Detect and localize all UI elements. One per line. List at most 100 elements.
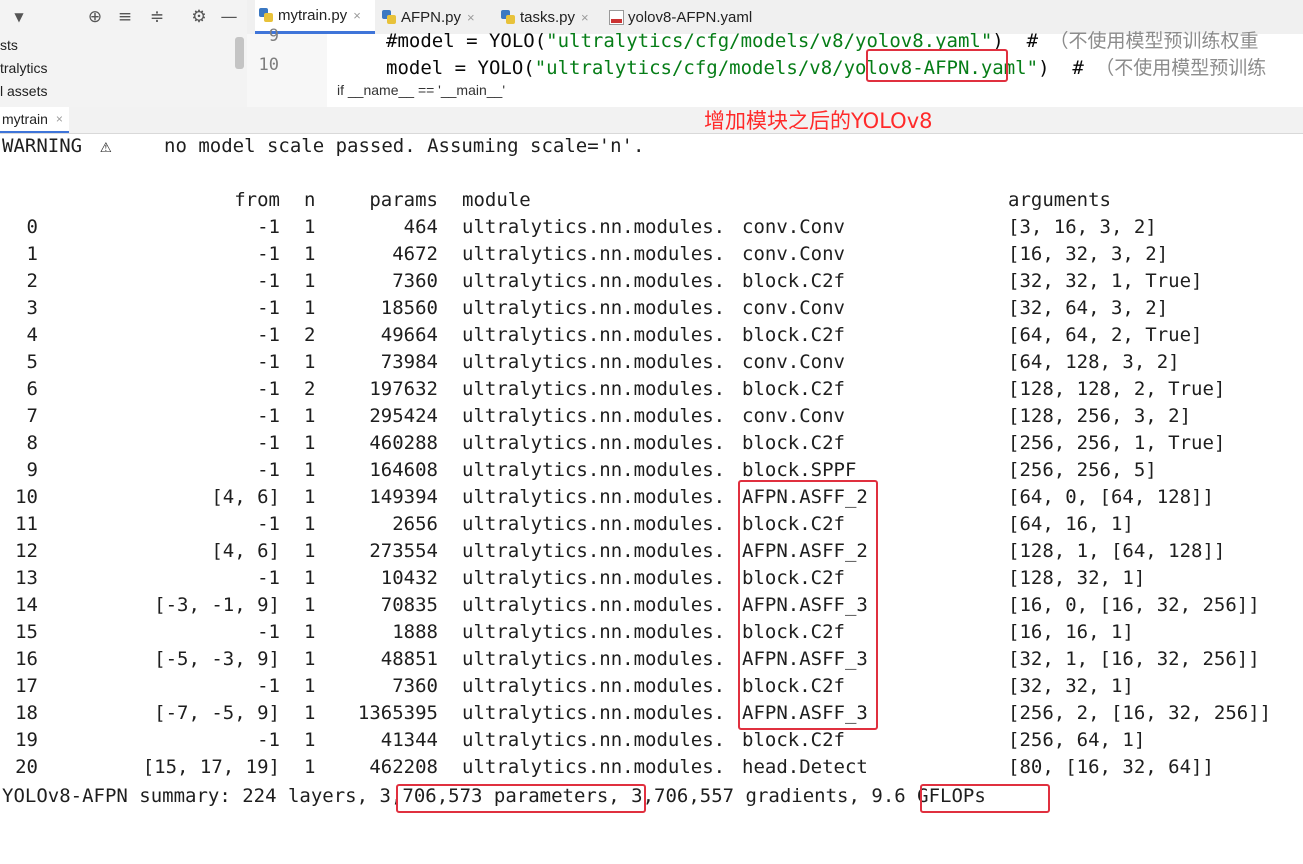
tree-item[interactable]: sts: [0, 35, 18, 55]
tree-item[interactable]: tralytics: [0, 58, 47, 78]
header-params: params: [369, 189, 438, 211]
row-module-suffix: conv.Conv: [742, 216, 845, 238]
run-tab-bar: mytrain ×: [0, 107, 1303, 134]
close-icon[interactable]: ×: [467, 10, 475, 25]
highlight-box-parameters: [396, 784, 646, 813]
table-row: 8 -1 1 460288 ultralytics.nn.modules. block.C…: [0, 430, 1303, 457]
row-index: 9: [26, 459, 38, 481]
close-icon[interactable]: ×: [56, 112, 63, 126]
table-row: 6 -1 2 197632 ultralytics.nn.modules. block.C…: [0, 376, 1303, 403]
run-console[interactable]: WARNING ⚠ no model scale passed. Assumin…: [0, 133, 1303, 818]
table-row: 7 -1 1 295424 ultralytics.nn.modules. conv.Co…: [0, 403, 1303, 430]
row-params: 10432: [380, 567, 438, 589]
annotation-text: 增加模块之后的YOLOv8: [704, 109, 933, 133]
minimize-icon[interactable]: —: [218, 6, 240, 28]
row-n: 1: [304, 216, 316, 238]
highlight-box-yaml-name: [866, 49, 1008, 82]
project-toolbar: ▼ ⊕ ≡ ≑ ⚙ —: [0, 0, 247, 34]
code-editor[interactable]: 9 10 #model = YOLO("ultralytics/cfg/mode…: [247, 26, 1303, 107]
table-row: 10 [4, 6] 1 149394 ultralytics.nn.modules. AF…: [0, 484, 1303, 511]
locate-icon[interactable]: ⊕: [84, 6, 106, 28]
row-arguments: [64, 16, 1]: [1008, 513, 1134, 535]
dropdown-icon[interactable]: ▼: [8, 6, 30, 28]
warning-prefix: WARNING: [2, 135, 83, 157]
table-row: 15 -1 1 1888 ultralytics.nn.modules. block.C2…: [0, 619, 1303, 646]
row-params: 273554: [369, 540, 438, 562]
row-index: 17: [15, 675, 38, 697]
row-n: 1: [304, 459, 316, 481]
row-arguments: [256, 2, [16, 32, 256]]: [1008, 702, 1272, 724]
tab-label: tasks.py: [520, 8, 576, 26]
project-scrollbar[interactable]: [235, 37, 244, 69]
row-arguments: [32, 32, 1, True]: [1008, 270, 1203, 292]
row-module-prefix: ultralytics.nn.modules.: [462, 756, 726, 778]
row-index: 14: [15, 594, 38, 616]
table-row: 0 -1 1 464 ultralytics.nn.modules. conv.Conv […: [0, 214, 1303, 241]
summary-middle: , 3,706,557 gradients,: [608, 785, 872, 807]
row-module-suffix: block.C2f: [742, 324, 845, 346]
row-arguments: [3, 16, 3, 2]: [1008, 216, 1157, 238]
expand-all-icon[interactable]: ≡: [114, 6, 136, 28]
row-params: 49664: [380, 324, 438, 346]
line-number: 10: [258, 55, 279, 75]
table-row: 19 -1 1 41344 ultralytics.nn.modules. block.C…: [0, 727, 1303, 754]
table-row: 12 [4, 6] 1 273554 ultralytics.nn.modules. AF…: [0, 538, 1303, 565]
warning-icon: ⚠: [100, 135, 112, 157]
code-text: model = YOLO(: [386, 57, 535, 79]
close-icon[interactable]: ×: [581, 10, 589, 25]
row-n: 1: [304, 729, 316, 751]
row-params: 4672: [392, 243, 438, 265]
row-n: 1: [304, 621, 316, 643]
row-from: [15, 17, 19]: [142, 756, 280, 778]
row-from: -1: [257, 351, 280, 373]
row-module-prefix: ultralytics.nn.modules.: [462, 675, 726, 697]
row-from: [-7, -5, 9]: [154, 702, 280, 724]
highlight-box-gflops: [920, 784, 1050, 813]
table-row: 20 [15, 17, 19] 1 462208 ultralytics.nn.modu…: [0, 754, 1303, 781]
row-n: 1: [304, 540, 316, 562]
tab-label: mytrain.py: [278, 7, 348, 24]
row-module-prefix: ultralytics.nn.modules.: [462, 648, 726, 670]
tree-item[interactable]: l assets: [0, 81, 47, 101]
row-n: 1: [304, 567, 316, 589]
breadcrumb[interactable]: if __name__ == '__main__': [337, 82, 505, 98]
row-arguments: [256, 256, 1, True]: [1008, 432, 1226, 454]
summary-line: YOLOv8-AFPN summary: 224 layers, 3,706,5…: [0, 783, 1303, 810]
row-arguments: [80, [16, 32, 64]]: [1008, 756, 1214, 778]
row-module-prefix: ultralytics.nn.modules.: [462, 513, 726, 535]
table-row: 5 -1 1 73984 ultralytics.nn.modules. conv.Con…: [0, 349, 1303, 376]
code-line: model = YOLO("ultralytics/cfg/models/v8/…: [386, 53, 1266, 80]
row-module-prefix: ultralytics.nn.modules.: [462, 270, 726, 292]
table-row: 13 -1 1 10432 ultralytics.nn.modules. block.C…: [0, 565, 1303, 592]
line-number: 9: [268, 26, 279, 46]
row-params: 295424: [369, 405, 438, 427]
row-n: 1: [304, 486, 316, 508]
close-icon[interactable]: ×: [353, 8, 361, 23]
row-params: 164608: [369, 459, 438, 481]
row-from: -1: [257, 243, 280, 265]
row-from: [4, 6]: [211, 486, 280, 508]
row-arguments: [64, 0, [64, 128]]: [1008, 486, 1214, 508]
row-arguments: [128, 32, 1]: [1008, 567, 1146, 589]
table-row: 1 -1 1 4672 ultralytics.nn.modules. conv.Conv…: [0, 241, 1303, 268]
row-params: 1888: [392, 621, 438, 643]
collapse-all-icon[interactable]: ≑: [146, 6, 168, 28]
table-row: 11 -1 1 2656 ultralytics.nn.modules. block.C2…: [0, 511, 1303, 538]
yaml-file-icon: [609, 9, 624, 25]
table-row: 9 -1 1 164608 ultralytics.nn.modules. block.S…: [0, 457, 1303, 484]
row-n: 1: [304, 243, 316, 265]
row-module-prefix: ultralytics.nn.modules.: [462, 405, 726, 427]
row-module-suffix: conv.Conv: [742, 405, 845, 427]
row-index: 13: [15, 567, 38, 589]
run-tab-mytrain[interactable]: mytrain ×: [0, 107, 69, 133]
table-row: 4 -1 2 49664 ultralytics.nn.modules. block.C2…: [0, 322, 1303, 349]
row-n: 2: [304, 378, 316, 400]
line-gutter: 9 10: [247, 26, 327, 107]
row-from: -1: [257, 729, 280, 751]
row-from: -1: [257, 378, 280, 400]
python-file-icon: [259, 8, 274, 23]
row-module-prefix: ultralytics.nn.modules.: [462, 729, 726, 751]
row-module-prefix: ultralytics.nn.modules.: [462, 378, 726, 400]
gear-icon[interactable]: ⚙: [188, 6, 210, 28]
row-from: -1: [257, 675, 280, 697]
